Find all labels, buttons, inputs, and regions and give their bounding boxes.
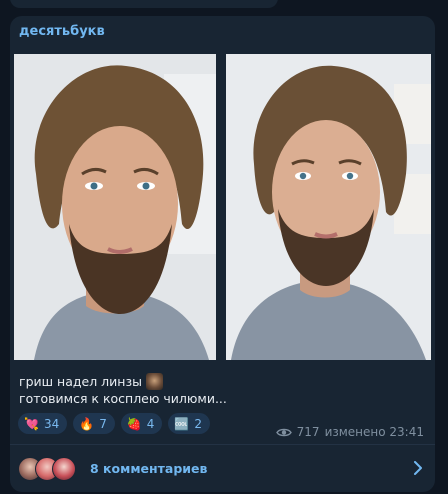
chevron-right-icon [414, 461, 422, 475]
view-count: 717 [296, 425, 320, 439]
reaction-count: 4 [146, 416, 155, 431]
heart-arrow-icon: 💘 [24, 416, 39, 431]
strawberry-icon: 🍓 [126, 416, 142, 431]
comments-count-label: 8 комментариев [90, 461, 208, 476]
photo-1[interactable] [14, 54, 216, 360]
edited-time: изменено 23:41 [324, 425, 424, 439]
post-meta: 717 изменено 23:41 [275, 425, 424, 439]
commenter-avatars [18, 456, 84, 481]
previous-message-bubble [10, 0, 278, 8]
reaction-count: 2 [194, 416, 203, 431]
cool-icon: 🆒 [174, 416, 190, 431]
reaction-count: 7 [99, 416, 107, 431]
eye-icon [275, 428, 292, 436]
reactions-bar: 💘 34 🔥 7 🍓 4 🆒 2 [18, 413, 211, 434]
fire-icon: 🔥 [79, 416, 95, 431]
photo-album [14, 54, 431, 360]
avatar [52, 456, 76, 481]
post-caption: гриш надел линзы готовимся к косплею чил… [19, 373, 227, 407]
channel-post: десятьбукв гриш надел линзы готовимся к … [10, 16, 435, 492]
reaction-strawberry[interactable]: 🍓 4 [120, 413, 163, 434]
comments-button[interactable]: 8 комментариев [10, 445, 435, 492]
reaction-cool[interactable]: 🆒 2 [168, 413, 211, 434]
custom-emoji-sticker-icon [145, 373, 163, 390]
reaction-fire[interactable]: 🔥 7 [73, 413, 115, 434]
post-author[interactable]: десятьбукв [19, 24, 105, 39]
reaction-count: 34 [43, 416, 60, 431]
caption-line-1: гриш надел линзы [19, 374, 142, 389]
reaction-heart-arrow[interactable]: 💘 34 [18, 413, 68, 434]
caption-line-2: готовимся к косплею чилюми... [19, 391, 227, 406]
photo-2[interactable] [226, 54, 431, 360]
